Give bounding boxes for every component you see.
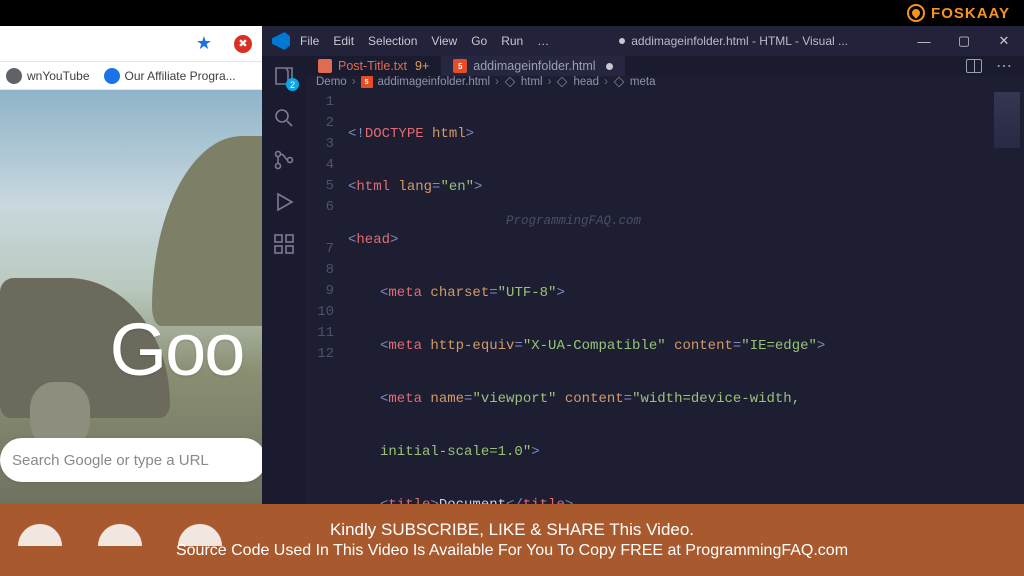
shortcut-circle[interactable]: [98, 524, 142, 568]
source-control-icon[interactable]: [272, 148, 296, 172]
bookmark-item-youtube[interactable]: wnYouTube: [6, 68, 90, 84]
symbol-icon: [613, 76, 625, 88]
favicon-icon: [6, 68, 22, 84]
minimap[interactable]: [986, 88, 1024, 576]
close-button[interactable]: ✕: [984, 26, 1024, 56]
tabs-actions: ⋯: [966, 56, 1024, 76]
file-html-icon: 5: [361, 76, 373, 88]
breadcrumb[interactable]: Demo › 5 addimageinfolder.html › html › …: [306, 76, 1024, 88]
symbol-icon: [556, 76, 568, 88]
menu-edit[interactable]: Edit: [333, 34, 354, 48]
more-actions-icon[interactable]: ⋯: [996, 56, 1012, 76]
window-title-text: addimageinfolder.html - HTML - Visual ..…: [631, 34, 848, 48]
chevron-right-icon: ›: [604, 76, 608, 88]
bookmark-star-icon[interactable]: ★: [196, 33, 212, 54]
brand-logo-icon: [907, 4, 925, 22]
tabs-bar: Post-Title.txt 9+ 5 addimageinfolder.htm…: [306, 56, 1024, 76]
bookmarks-bar: wnYouTube Our Affiliate Progra...: [0, 62, 262, 90]
file-text-icon: [318, 59, 332, 73]
extension-blocked-icon[interactable]: ✖: [234, 35, 252, 53]
shortcut-circle[interactable]: [18, 524, 62, 568]
bookmark-label: Our Affiliate Progra...: [125, 69, 236, 83]
vscode-window: File Edit Selection View Go Run … addima…: [262, 26, 1024, 504]
line-gutter: 123 456 78 91011 12: [306, 88, 348, 576]
titlebar: File Edit Selection View Go Run … addima…: [262, 26, 1024, 56]
brand-name: FOSKAAY: [931, 5, 1010, 22]
explorer-badge: 2: [286, 78, 299, 91]
tab-problem-count: 9+: [415, 59, 429, 73]
menu-overflow-icon[interactable]: …: [537, 34, 549, 48]
search-placeholder: Search Google or type a URL: [12, 452, 209, 469]
minimap-viewport: [994, 92, 1020, 148]
breadcrumb-symbol: head: [573, 76, 599, 88]
breadcrumb-file: addimageinfolder.html: [378, 76, 491, 88]
vscode-body: 2 Post-Title.txt 9+ 5 addimageinfold: [262, 56, 1024, 504]
brand-bar: FOSKAAY: [0, 0, 1024, 26]
run-debug-icon[interactable]: [272, 190, 296, 214]
symbol-icon: [504, 76, 516, 88]
breadcrumb-folder: Demo: [316, 76, 347, 88]
tab-addimageinfolder[interactable]: 5 addimageinfolder.html: [441, 56, 624, 76]
dirty-indicator-icon: [619, 38, 625, 44]
maximize-button[interactable]: ▢: [944, 26, 984, 56]
breadcrumb-symbol: meta: [630, 76, 656, 88]
search-input[interactable]: Search Google or type a URL: [0, 438, 262, 482]
split-editor-icon[interactable]: [966, 59, 982, 73]
editor-group: Post-Title.txt 9+ 5 addimageinfolder.htm…: [306, 56, 1024, 504]
shortcut-row: [18, 524, 222, 568]
screenshot-root: FOSKAAY ★ ✖ wnYouTube Our Affiliate Prog…: [0, 0, 1024, 576]
tab-label: Post-Title.txt: [338, 59, 407, 73]
dirty-indicator-icon: [606, 63, 613, 70]
google-logo: Goo: [110, 307, 244, 392]
new-tab-page: Goo Search Google or type a URL: [0, 90, 262, 504]
window-title: addimageinfolder.html - HTML - Visual ..…: [563, 34, 904, 48]
bookmark-item-affiliate[interactable]: Our Affiliate Progra...: [104, 68, 236, 84]
minimize-button[interactable]: —: [904, 26, 944, 56]
search-icon[interactable]: [272, 106, 296, 130]
breadcrumb-symbol: html: [521, 76, 543, 88]
banner-line-2: Source Code Used In This Video Is Availa…: [176, 542, 848, 560]
chevron-right-icon: ›: [548, 76, 552, 88]
banner-line-1: Kindly SUBSCRIBE, LIKE & SHARE This Vide…: [330, 520, 694, 540]
menu-view[interactable]: View: [431, 34, 457, 48]
menu-go[interactable]: Go: [471, 34, 487, 48]
chrome-toolbar: ★ ✖: [0, 26, 262, 62]
file-html-icon: 5: [453, 59, 467, 73]
activity-bar: 2: [262, 56, 306, 504]
code-editor[interactable]: 123 456 78 91011 12 <!DOCTYPE html> <htm…: [306, 88, 1024, 576]
extensions-icon[interactable]: [272, 232, 296, 256]
tab-post-title[interactable]: Post-Title.txt 9+: [306, 56, 441, 76]
menu-file[interactable]: File: [300, 34, 319, 48]
menu-run[interactable]: Run: [501, 34, 523, 48]
tab-label: addimageinfolder.html: [473, 59, 595, 73]
window-controls: — ▢ ✕: [904, 26, 1024, 56]
favicon-icon: [104, 68, 120, 84]
chevron-right-icon: ›: [352, 76, 356, 88]
chrome-window: ★ ✖ wnYouTube Our Affiliate Progra... Go…: [0, 26, 262, 504]
menu-selection[interactable]: Selection: [368, 34, 417, 48]
shortcut-circle[interactable]: [178, 524, 222, 568]
chevron-right-icon: ›: [495, 76, 499, 88]
promo-banner: Kindly SUBSCRIBE, LIKE & SHARE This Vide…: [0, 504, 1024, 576]
code-content: <!DOCTYPE html> <html lang="en"> <head> …: [348, 88, 986, 576]
vscode-logo-icon: [272, 32, 290, 50]
bookmark-label: wnYouTube: [27, 69, 90, 83]
explorer-icon[interactable]: 2: [272, 64, 296, 88]
